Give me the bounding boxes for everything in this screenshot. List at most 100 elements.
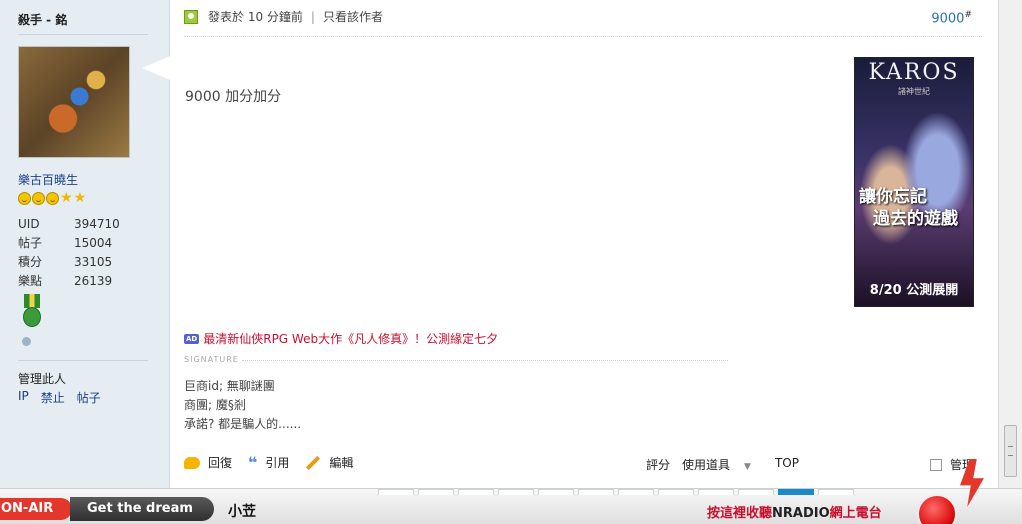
stat-label: UID bbox=[18, 217, 40, 231]
only-author-link[interactable]: 只看該作者 bbox=[323, 8, 383, 25]
post-floor-number[interactable]: 9000# bbox=[931, 10, 972, 26]
page-tab[interactable] bbox=[418, 489, 454, 495]
listen-prefix: 按這裡收聽 bbox=[707, 506, 773, 521]
page-tab[interactable] bbox=[458, 489, 494, 495]
page-tab[interactable] bbox=[818, 489, 854, 495]
page-tab[interactable] bbox=[498, 489, 534, 495]
smiley-icon bbox=[32, 192, 45, 205]
smiley-icon bbox=[46, 192, 59, 205]
stat-value: 394710 bbox=[74, 217, 120, 231]
radio-player-bar: ON-AIR Get the dream 小苙 按這裡收聽NRADIO網上電台 bbox=[0, 459, 1022, 524]
ad-slogan: 讓你忘記 過去的遊戲 bbox=[859, 186, 958, 230]
stat-value: 15004 bbox=[74, 236, 113, 250]
page-tab[interactable] bbox=[658, 489, 694, 495]
post-content: 發表於 10 分鐘前 | 只看該作者 9000# 9000 加分加分 KAROS… bbox=[170, 0, 998, 488]
avatar[interactable] bbox=[18, 46, 130, 158]
karos-ad-banner[interactable]: KAROS 諸神世紀 讓你忘記 過去的遊戲 8/20 公測展開 bbox=[854, 57, 974, 307]
ad-slogan-line: 過去的遊戲 bbox=[873, 209, 958, 229]
page-tab[interactable] bbox=[538, 489, 574, 495]
signature-line: 巨商id; 無聊謎團 bbox=[184, 379, 275, 393]
stat-value: 26139 bbox=[74, 274, 113, 288]
manage-posts-link[interactable]: 帖子 bbox=[77, 389, 101, 406]
ad-date: 8/20 公測展開 bbox=[869, 283, 959, 298]
signature-line: 承諾? 都是騙人的...... bbox=[184, 417, 302, 431]
rate-button[interactable]: 評分 bbox=[646, 456, 670, 473]
signature-text: 巨商id; 無聊謎團 商團; 魔§剎 承諾? 都是騙人的...... bbox=[184, 377, 301, 434]
manage-ban-link[interactable]: 禁止 bbox=[41, 389, 65, 406]
stat-label: 帖子 bbox=[18, 236, 43, 250]
pencil-icon bbox=[306, 455, 321, 470]
listen-radio-link[interactable]: 按這裡收聽NRADIO網上電台 bbox=[707, 502, 882, 521]
page-tab[interactable] bbox=[378, 489, 414, 495]
post-actions: 回復 ❝ 引用 編輯 bbox=[184, 454, 369, 471]
ad-tag-icon: AD bbox=[184, 333, 200, 344]
user-stats: UID 394710 帖子 15004 積分 33105 樂點 26139 bbox=[18, 215, 148, 291]
user-online-icon bbox=[184, 9, 198, 24]
online-status-icon[interactable] bbox=[22, 337, 31, 346]
edit-label: 編輯 bbox=[329, 456, 354, 470]
promo-link-row: AD 最清新仙俠RPG Web大作《凡人修真》！公測緣定七夕 bbox=[184, 330, 498, 347]
stat-label: 積分 bbox=[18, 255, 43, 269]
ad-subtitle: 諸神世紀 bbox=[898, 87, 930, 96]
manage-ip-link[interactable]: IP bbox=[18, 389, 29, 406]
vertical-scrollbar[interactable] bbox=[998, 0, 1022, 488]
now-playing-title: 小苙 bbox=[228, 504, 256, 520]
top-link[interactable]: TOP bbox=[775, 456, 799, 473]
stat-row: 帖子 15004 bbox=[18, 234, 148, 253]
manage-checkbox[interactable] bbox=[930, 458, 942, 471]
post-body-text: 9000 加分加分 bbox=[185, 89, 282, 105]
listen-suffix: 網上電台 bbox=[829, 506, 882, 521]
page-tab[interactable] bbox=[698, 489, 734, 495]
signature-divider bbox=[242, 360, 728, 361]
divider bbox=[184, 36, 982, 37]
stat-label: 樂點 bbox=[18, 274, 43, 288]
speech-bubble-arrow bbox=[142, 56, 170, 80]
reply-label: 回復 bbox=[208, 456, 233, 470]
use-item-label: 使用道具 bbox=[682, 458, 731, 472]
quote-button[interactable]: ❝ 引用 bbox=[248, 454, 289, 471]
meta-separator: | bbox=[310, 9, 315, 24]
page-tab[interactable] bbox=[618, 489, 654, 495]
rank-stars: ★ ★ bbox=[18, 190, 87, 206]
post-meta: 發表於 10 分鐘前 | 只看該作者 bbox=[184, 8, 383, 25]
manage-user-title: 管理此人 bbox=[18, 372, 67, 386]
floor-number[interactable]: 9000 bbox=[931, 11, 964, 26]
author-name[interactable]: 殺手 - 銘 bbox=[18, 11, 67, 28]
divider bbox=[18, 360, 148, 361]
radio-tagline: Get the dream bbox=[70, 497, 214, 521]
page-tab-active[interactable] bbox=[778, 489, 814, 495]
stat-row: 積分 33105 bbox=[18, 253, 148, 272]
use-item-dropdown[interactable]: 使用道具 ▼ bbox=[682, 456, 763, 473]
chevron-down-icon: ▼ bbox=[744, 462, 751, 472]
onair-badge: ON-AIR bbox=[0, 498, 72, 520]
smiley-icon bbox=[18, 192, 31, 205]
divider bbox=[18, 34, 148, 35]
medal-disc bbox=[23, 307, 41, 327]
medal-ribbon bbox=[24, 294, 40, 308]
manage-user-links: IP 禁止 帖子 bbox=[18, 389, 101, 406]
user-group[interactable]: 樂古百曉生 bbox=[18, 171, 78, 188]
ad-logo: KAROS bbox=[868, 60, 960, 85]
stat-row: UID 394710 bbox=[18, 215, 148, 234]
floor-mark: # bbox=[964, 10, 972, 20]
reply-button[interactable]: 回復 bbox=[184, 454, 232, 471]
signature-line: 商團; 魔§剎 bbox=[184, 398, 246, 412]
star-icon: ★ bbox=[60, 190, 73, 206]
page-tab[interactable] bbox=[738, 489, 774, 495]
radio-play-button[interactable] bbox=[917, 494, 957, 524]
post-time: 發表於 10 分鐘前 bbox=[208, 10, 303, 24]
quote-label: 引用 bbox=[265, 456, 290, 470]
star-icon: ★ bbox=[73, 190, 87, 206]
pagination-strip bbox=[378, 489, 858, 495]
post-tools: 評分 使用道具 ▼ TOP bbox=[646, 456, 811, 473]
stat-row: 樂點 26139 bbox=[18, 272, 148, 291]
edit-button[interactable]: 編輯 bbox=[305, 454, 353, 471]
listen-brand: NRADIO bbox=[772, 506, 830, 521]
ad-slogan-line: 讓你忘記 bbox=[859, 187, 927, 207]
quote-icon: ❝ bbox=[248, 452, 258, 472]
promo-link[interactable]: 最清新仙俠RPG Web大作《凡人修真》！公測緣定七夕 bbox=[203, 330, 498, 347]
page-tab[interactable] bbox=[578, 489, 614, 495]
stat-value: 33105 bbox=[74, 255, 113, 269]
scrollbar-thumb[interactable] bbox=[1004, 425, 1017, 477]
medal-icon[interactable] bbox=[22, 294, 42, 330]
